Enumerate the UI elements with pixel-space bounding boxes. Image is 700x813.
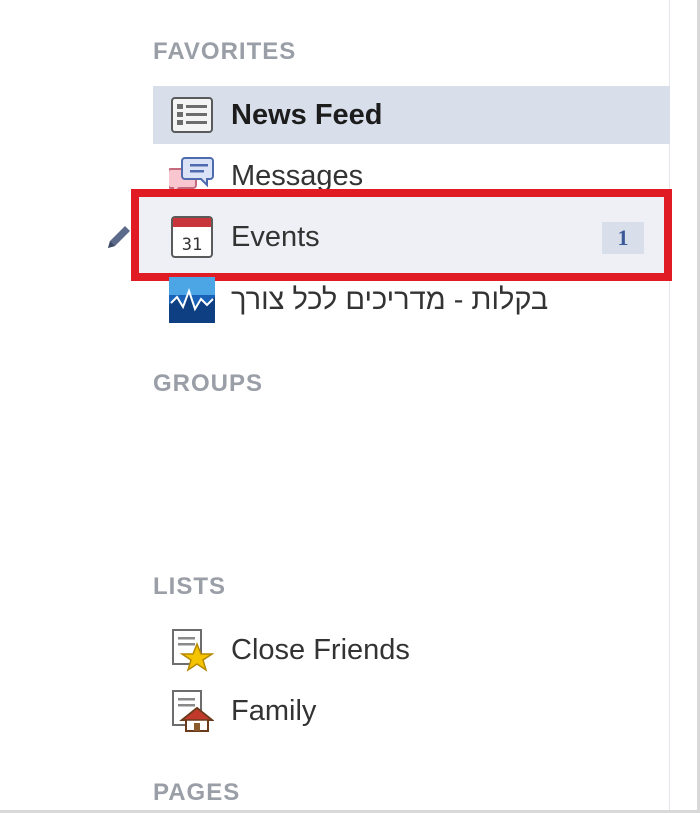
- sidebar-item-label: Family: [231, 694, 317, 727]
- sidebar-item-close-friends[interactable]: Close Friends: [153, 621, 670, 679]
- sidebar-item-family[interactable]: Family: [153, 682, 670, 740]
- edit-pencil-icon[interactable]: [104, 222, 134, 252]
- page-app-icon: [169, 277, 215, 323]
- news-feed-icon: [169, 92, 215, 138]
- sidebar-item-label: Messages: [231, 159, 364, 192]
- groups-heading: GROUPS: [153, 370, 264, 397]
- favorites-heading: FAVORITES: [153, 38, 297, 65]
- close-friends-star-icon: [169, 627, 215, 673]
- sidebar-item-page-app[interactable]: בקלות - מדריכים לכל צורך: [153, 271, 670, 329]
- sidebar-item-label: בקלות - מדריכים לכל צורך: [231, 283, 549, 316]
- sidebar-item-label: Events: [231, 220, 320, 253]
- messages-icon: [169, 153, 215, 199]
- sidebar-item-news-feed[interactable]: News Feed: [153, 86, 670, 144]
- family-house-icon: [169, 688, 215, 734]
- events-count-badge: 1: [602, 222, 644, 254]
- pages-heading: PAGES: [153, 779, 241, 806]
- sidebar-item-label: News Feed: [231, 98, 383, 131]
- calendar-day-text: 31: [182, 235, 202, 255]
- calendar-icon: 31: [169, 214, 215, 260]
- sidebar-item-events[interactable]: 31 Events 1: [153, 208, 658, 266]
- lists-heading: LISTS: [153, 573, 227, 600]
- sidebar-item-label: Close Friends: [231, 633, 410, 666]
